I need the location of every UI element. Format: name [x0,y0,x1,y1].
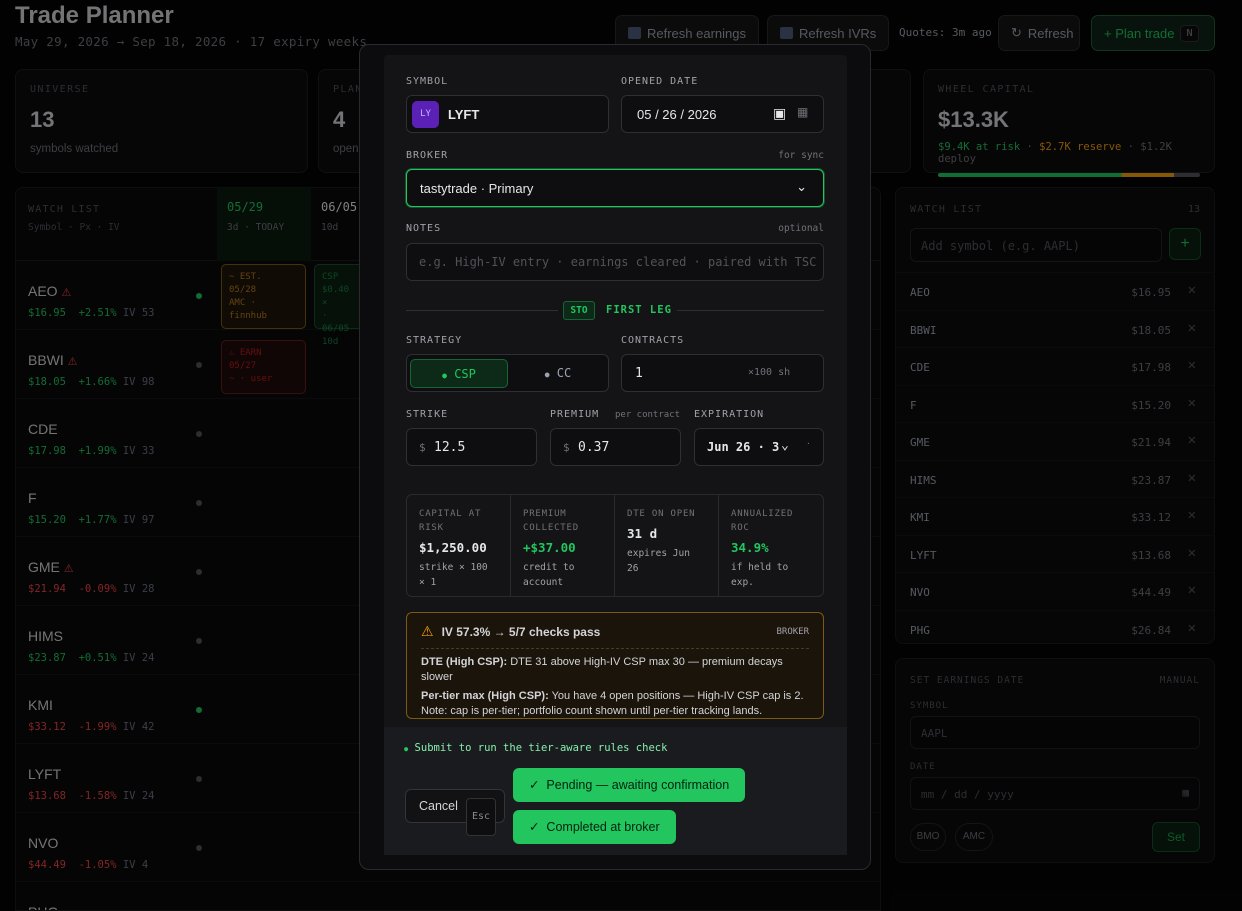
submit-footer: ● Submit to run the tier-aware rules che… [384,727,847,855]
trade-metrics: CAPITAL AT RISK $1,250.00 strike × 100 × 1… [406,494,824,597]
rules-check-warning: ⚠ IV 57.3% → 5/7 checks pass BROKER DTE … [406,612,824,719]
notes-input[interactable]: e.g. High-IV entry · earnings cleared · … [406,243,824,281]
premium-input[interactable]: $ 0.37 [550,428,681,466]
strategy-csp[interactable]: ● CSP [410,359,508,388]
capital-at-risk: CAPITAL AT RISK $1,250.00 strike × 100 × 1 [407,495,511,596]
leg-tag: STO [563,301,595,320]
plan-trade-modal: SYMBOL LY LYFT OPENED DATE 05 / 26 / 202… [359,44,871,870]
divider [406,310,558,311]
strike-input[interactable]: $ 12.5 [406,428,537,466]
leg-label: FIRST LEG [606,304,672,316]
strategy-cc[interactable]: ● CC [509,359,607,388]
chevron-down-icon: ⌄ [781,438,789,453]
divider [677,310,824,311]
warning-icon: ⚠ [421,623,434,639]
dte-on-open: DTE ON OPEN 31 d expires Jun 26 [615,495,719,596]
cancel-button[interactable]: Cancel Esc [405,789,505,836]
calendar-icon[interactable]: ▦ [797,105,808,119]
completed-button[interactable]: ✓ Completed at broker [513,810,676,844]
calendar-icon[interactable]: ▣ [773,105,786,122]
strategy-toggle: ● CSP ● CC [406,354,609,392]
premium-collected: PREMIUM COLLECTED +$37.00 credit to accoun… [511,495,615,596]
symbol-field[interactable]: LY LYFT [406,95,609,133]
submit-hint: ● Submit to run the tier-aware rules che… [404,742,668,754]
chevron-down-icon: ⌄ [796,179,807,194]
broker-select[interactable]: tastytrade · Primary ⌄ [406,169,824,207]
spinner-icon: · [806,439,811,448]
opened-date-input[interactable]: 05 / 26 / 2026 ▣ ▦ [621,95,824,133]
symbol-badge: LY [412,101,439,128]
contracts-input[interactable]: 1 ×100 sh [621,354,824,392]
annualized-roc: ANNUALIZED ROC 34.9% if held to exp. [731,509,794,588]
pending-button[interactable]: ✓ Pending — awaiting confirmation [513,768,746,802]
check-summary: IV 57.3% → 5/7 checks pass [441,624,601,639]
expiration-select[interactable]: Jun 26 · 3 ⌄ · [694,428,824,466]
